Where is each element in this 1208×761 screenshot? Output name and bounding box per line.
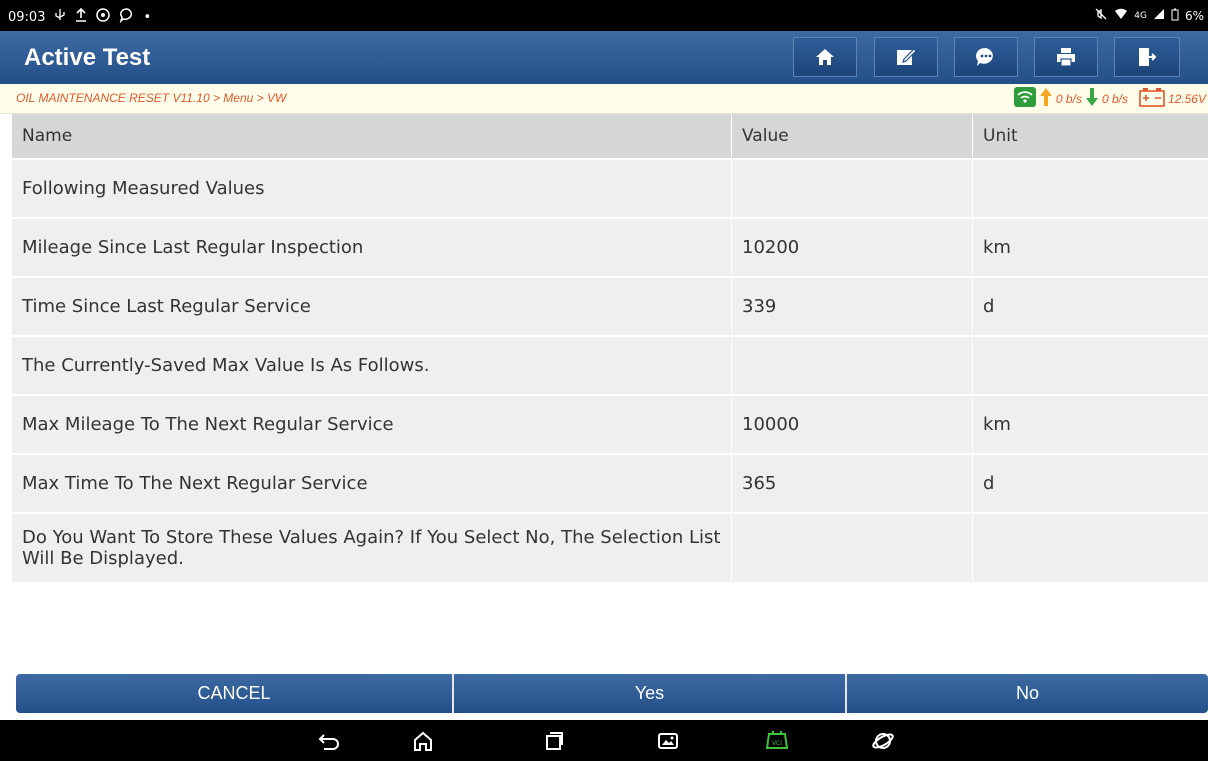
row-unit	[973, 514, 1208, 582]
column-header-value: Value	[732, 114, 973, 158]
more-notifications-dot: •	[143, 9, 152, 25]
row-value	[732, 514, 973, 582]
browser-button[interactable]	[870, 728, 896, 754]
home-nav-button[interactable]	[410, 728, 436, 754]
row-unit	[973, 337, 1208, 394]
print-icon	[1057, 48, 1075, 67]
table-row[interactable]: Max Mileage To The Next Regular Service …	[12, 396, 1208, 455]
column-header-unit: Unit	[983, 126, 1018, 146]
back-button[interactable]	[316, 728, 342, 754]
chat-icon	[975, 47, 993, 66]
data-table: Name Value Unit Following Measured Value…	[12, 114, 1208, 584]
vci-button[interactable]: VCI	[764, 728, 790, 754]
action-bar: CANCEL Yes No	[16, 674, 1208, 713]
breadcrumb-bar: OIL MAINTENANCE RESET V11.10 > Menu > VW…	[0, 84, 1208, 114]
upload-arrow-icon	[1039, 87, 1053, 110]
table-row[interactable]: Max Time To The Next Regular Service 365…	[12, 455, 1208, 514]
row-value	[732, 337, 973, 394]
status-bar: 09:03 • 4G 6%	[0, 0, 1208, 31]
feedback-button[interactable]	[954, 37, 1018, 77]
edit-icon	[897, 48, 917, 65]
home-nav-icon	[414, 731, 432, 751]
row-unit	[973, 160, 1208, 217]
column-header-name: Name	[12, 114, 732, 158]
edit-button[interactable]	[874, 37, 938, 77]
print-button[interactable]	[1034, 37, 1098, 77]
svg-text:VCI: VCI	[772, 740, 782, 747]
signal-icon	[1153, 8, 1165, 23]
wifi-status-icon	[1114, 8, 1128, 23]
row-value: 10000	[732, 396, 973, 453]
no-button[interactable]: No	[847, 674, 1208, 713]
page-title: Active Test	[24, 44, 151, 71]
row-value	[732, 160, 973, 217]
row-unit: km	[983, 237, 1011, 258]
exit-icon	[1139, 48, 1157, 66]
row-unit: d	[983, 296, 995, 317]
app-header: Active Test	[0, 31, 1208, 84]
upload-speed: 0 b/s	[1055, 91, 1082, 106]
row-name: Max Time To The Next Regular Service	[12, 455, 732, 512]
vci-icon: VCI	[765, 731, 789, 749]
connection-info: 0 b/s 0 b/s 12.56V	[1013, 87, 1206, 110]
exit-button[interactable]	[1114, 37, 1180, 77]
download-arrow-icon	[1085, 87, 1099, 110]
gear-notification-icon	[95, 7, 111, 28]
browser-icon	[872, 733, 894, 749]
table-row[interactable]: Mileage Since Last Regular Inspection 10…	[12, 219, 1208, 278]
screenshot-button[interactable]	[655, 728, 681, 754]
yes-button[interactable]: Yes	[454, 674, 847, 713]
row-name: Max Mileage To The Next Regular Service	[12, 396, 732, 453]
screenshot-icon	[658, 733, 678, 749]
usb-icon	[53, 8, 67, 27]
back-icon	[318, 734, 339, 750]
home-icon	[816, 49, 834, 65]
row-unit: d	[983, 473, 995, 494]
network-type: 4G	[1134, 10, 1147, 21]
navigation-bar: VCI	[0, 720, 1208, 761]
car-battery-icon	[1139, 87, 1165, 110]
row-value: 365	[732, 455, 973, 512]
recents-button[interactable]	[541, 728, 567, 754]
home-button[interactable]	[793, 37, 857, 77]
battery-icon	[1171, 8, 1179, 24]
upload-notification-icon	[75, 7, 87, 27]
table-header: Name Value Unit	[12, 114, 1208, 160]
table-row[interactable]: Time Since Last Regular Service 339 d	[12, 278, 1208, 337]
row-value: 339	[732, 278, 973, 335]
table-row[interactable]: Following Measured Values	[12, 160, 1208, 219]
recents-icon	[546, 732, 563, 750]
row-name: Do You Want To Store These Values Again?…	[12, 514, 732, 582]
table-row[interactable]: Do You Want To Store These Values Again?…	[12, 514, 1208, 584]
row-name: Time Since Last Regular Service	[12, 278, 732, 335]
mute-icon	[1094, 7, 1108, 24]
battery-voltage: 12.56V	[1167, 91, 1206, 106]
row-name: Following Measured Values	[12, 160, 732, 217]
battery-percent: 6%	[1184, 8, 1204, 23]
message-notification-icon	[119, 7, 135, 28]
row-value: 10200	[732, 219, 973, 276]
row-unit: km	[983, 414, 1011, 435]
download-speed: 0 b/s	[1101, 91, 1128, 106]
wifi-icon	[1013, 87, 1036, 110]
screen: 09:03 • 4G 6% Active Test OIL MAINTENANC…	[0, 0, 1208, 761]
row-name: Mileage Since Last Regular Inspection	[12, 219, 732, 276]
cancel-button[interactable]: CANCEL	[16, 674, 454, 713]
clock: 09:03	[8, 9, 46, 25]
table-row[interactable]: The Currently-Saved Max Value Is As Foll…	[12, 337, 1208, 396]
row-name: The Currently-Saved Max Value Is As Foll…	[12, 337, 732, 394]
breadcrumb: OIL MAINTENANCE RESET V11.10 > Menu > VW	[16, 91, 287, 105]
